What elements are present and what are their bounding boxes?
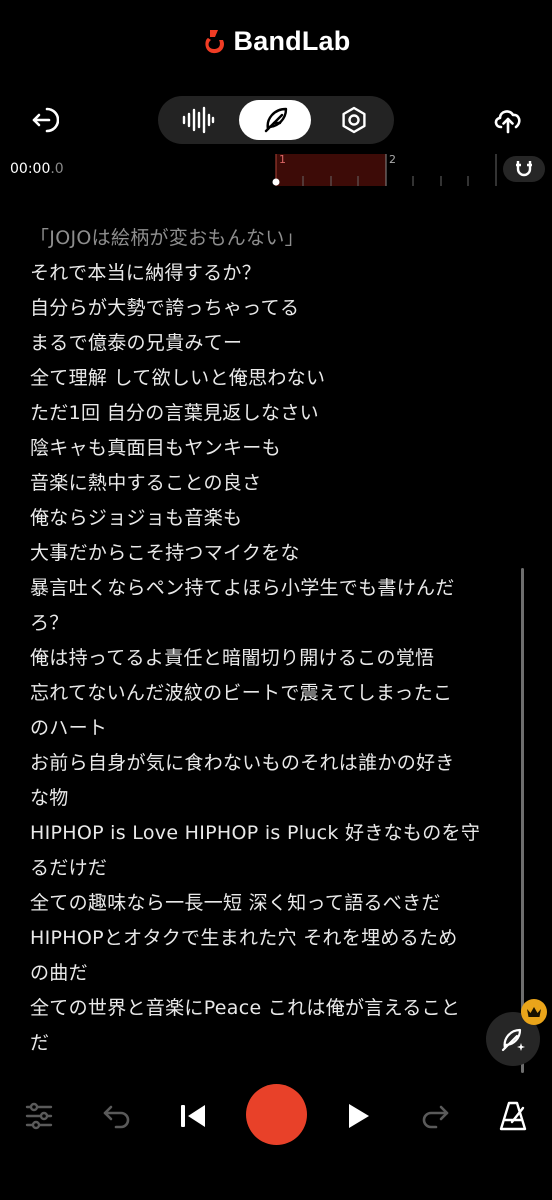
lyric-line[interactable]: の曲だ xyxy=(30,956,516,991)
lyric-line[interactable]: 音楽に熱中することの良さ xyxy=(30,466,516,501)
play-icon[interactable] xyxy=(337,1084,379,1148)
lyric-line[interactable]: 「JOJOは絵柄が変おもんない」 xyxy=(30,221,516,256)
lyric-line[interactable]: るだけだ xyxy=(30,851,516,886)
lyric-line[interactable]: 全ての世界と音楽にPeace これは俺が言えること xyxy=(30,991,516,1026)
mode-switcher xyxy=(158,96,394,144)
record-icon[interactable] xyxy=(246,1084,307,1145)
lyric-line[interactable]: まるで億泰の兄貴みてー xyxy=(30,326,516,361)
time-fraction: .0 xyxy=(50,161,64,177)
lyrics-editor[interactable]: 「JOJOは絵柄が変おもんない」 それで本当に納得するか？ 自分らが大勢で誇っちゃっ… xyxy=(30,221,516,1061)
lyric-line[interactable]: お前ら自身が気に食わないものそれは誰かの好き xyxy=(30,746,516,781)
lyric-line[interactable]: な物 xyxy=(30,781,516,816)
mixer-sliders-icon[interactable] xyxy=(18,1084,60,1148)
exit-icon[interactable] xyxy=(24,100,64,140)
timeline-ruler[interactable]: 1 2 xyxy=(270,148,500,192)
time-display: 00:00.0 xyxy=(10,161,64,177)
lyric-line[interactable]: ろ？ xyxy=(30,606,516,641)
timeline-bar: 00:00.0 1 2 xyxy=(0,148,552,192)
skip-to-start-icon[interactable] xyxy=(172,1084,214,1148)
feather-icon[interactable] xyxy=(239,100,311,140)
crown-icon xyxy=(521,999,547,1025)
lyric-line[interactable]: のハート xyxy=(30,711,516,746)
lyric-line[interactable]: 忘れてないんだ波紋のビートで震えてしまったこ xyxy=(30,676,516,711)
undo-icon[interactable] xyxy=(96,1084,138,1148)
lyric-line[interactable]: それで本当に納得するか？ xyxy=(30,256,516,291)
bar-1-label: 1 xyxy=(279,153,286,166)
lyric-line[interactable]: HIPHOP is Love HIPHOP is Pluck 好きなものを守 xyxy=(30,816,516,851)
brand-name: BandLab xyxy=(233,26,351,56)
lyric-line[interactable]: 大事だからこそ持つマイクをな xyxy=(30,536,516,571)
time-main: 00:00 xyxy=(10,161,51,177)
hexagon-settings-icon[interactable] xyxy=(318,100,390,140)
lyric-line[interactable]: だ xyxy=(30,1026,516,1061)
lyric-line[interactable]: 自分らが大勢で誇っちゃってる xyxy=(30,291,516,326)
top-toolbar xyxy=(0,96,552,144)
bar-2-label: 2 xyxy=(389,153,396,166)
lyric-line[interactable]: 俺は持ってるよ責任と暗闇切り開けるこの覚悟 xyxy=(30,641,516,676)
lyric-line[interactable]: 陰キャも真面目もヤンキーも xyxy=(30,431,516,466)
redo-icon[interactable] xyxy=(414,1084,456,1148)
lyric-line[interactable]: 全て理解 して欲しいと俺思わない xyxy=(30,361,516,396)
lyric-line[interactable]: 俺ならジョジョも音楽も xyxy=(30,501,516,536)
lyric-line[interactable]: ただ1回 自分の言葉見返しなさい xyxy=(30,396,516,431)
playhead xyxy=(272,178,280,186)
magnet-icon[interactable] xyxy=(503,156,545,182)
metronome-icon[interactable] xyxy=(492,1084,534,1148)
lyric-line[interactable]: 全ての趣味なら一長一短 深く知って語るべきだ xyxy=(30,886,516,921)
waveform-icon[interactable] xyxy=(162,100,234,140)
lyric-line[interactable]: HIPHOPとオタクで生まれた穴 それを埋めるため xyxy=(30,921,516,956)
cloud-upload-icon[interactable] xyxy=(488,100,528,140)
lyric-line[interactable]: 暴言吐くならペン持てよほら小学生でも書けんだ xyxy=(30,571,516,606)
scrollbar[interactable] xyxy=(521,568,524,1073)
bandlab-logo: BandLab xyxy=(0,26,552,57)
bandlab-logo-icon xyxy=(204,29,224,53)
